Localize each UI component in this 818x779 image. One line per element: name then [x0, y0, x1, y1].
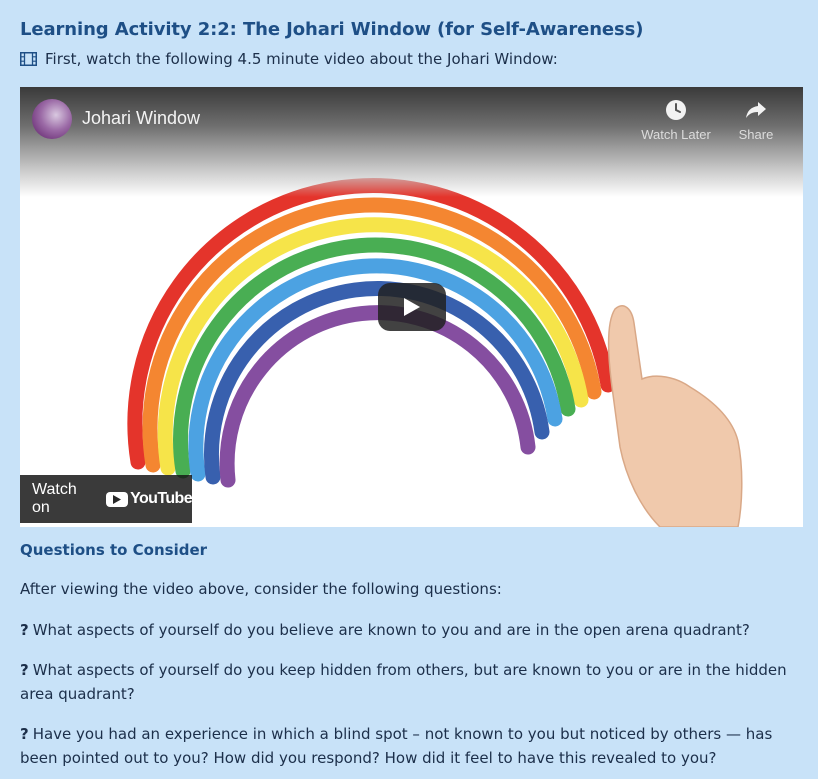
share-label: Share	[738, 127, 774, 142]
video-title[interactable]: Johari Window	[82, 108, 200, 129]
questions-lead: After viewing the video above, consider …	[20, 580, 502, 598]
share-arrow-icon	[746, 102, 766, 118]
intro-text: First, watch the following 4.5 minute vi…	[45, 50, 558, 68]
youtube-play-icon	[106, 491, 129, 507]
watch-later-label: Watch Later	[641, 127, 711, 142]
question-item: ? What aspects of yourself do you believe…	[20, 618, 800, 642]
question-text: What aspects of yourself do you keep hid…	[20, 661, 787, 703]
video-embed[interactable]: Johari Window Watch Later Share Watch on…	[20, 87, 803, 527]
watch-later-button[interactable]: Watch Later	[636, 99, 716, 142]
activity-title: Learning Activity 2:2: The Johari Window…	[20, 19, 644, 40]
question-mark: ?	[20, 621, 29, 639]
watch-on-label: Watch on	[32, 481, 77, 516]
youtube-wordmark: YouTube	[130, 490, 192, 507]
clock-icon	[666, 100, 686, 120]
question-text: Have you had an experience in which a bl…	[20, 725, 773, 767]
questions-heading: Questions to Consider	[20, 541, 208, 559]
play-button[interactable]	[378, 283, 446, 331]
question-mark: ?	[20, 661, 29, 679]
youtube-logo: YouTube	[106, 490, 193, 508]
play-icon	[404, 298, 420, 316]
film-icon	[20, 52, 37, 66]
question-item: ? What aspects of yourself do you keep hi…	[20, 658, 800, 706]
share-button[interactable]: Share	[716, 99, 796, 142]
watch-on-youtube-button[interactable]: Watch on YouTube	[20, 475, 193, 523]
question-text: What aspects of yourself do you believe …	[32, 621, 750, 639]
channel-avatar[interactable]	[32, 99, 72, 139]
intro-line: First, watch the following 4.5 minute vi…	[20, 50, 558, 68]
question-mark: ?	[20, 725, 29, 743]
question-item: ? Have you had an experience in which a b…	[20, 722, 800, 770]
